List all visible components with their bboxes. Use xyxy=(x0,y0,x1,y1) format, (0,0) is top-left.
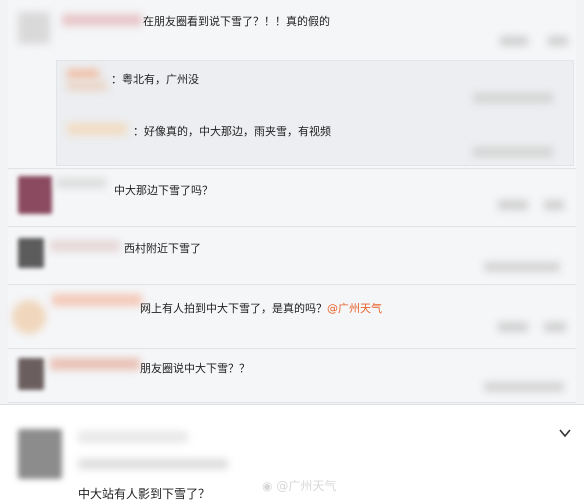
avatar xyxy=(18,238,44,268)
timestamp xyxy=(498,200,528,210)
timestamp xyxy=(498,322,528,332)
comment-row: 中大那边下雪了吗？ xyxy=(8,170,576,227)
reply-time xyxy=(473,147,553,157)
watermark-text: @广州天气 xyxy=(276,479,337,493)
action-links[interactable] xyxy=(544,200,564,210)
reply-text: ：好像真的，中大那边，雨夹雪，有视频 xyxy=(133,125,331,138)
comment-text: 西村附近下雪了 xyxy=(124,242,201,255)
avatar xyxy=(18,176,52,214)
comment-text: 在朋友圈看到说下雪了？！！真的假的 xyxy=(143,15,330,28)
weibo-icon: ◉ xyxy=(262,479,273,493)
comment-row: 网上有人拍到中大下雪了，是真的吗？@广州天气 xyxy=(8,286,576,349)
chevron-down-icon[interactable] xyxy=(558,426,572,440)
username xyxy=(62,14,142,26)
reply-username xyxy=(67,81,107,91)
action-links[interactable] xyxy=(548,36,568,46)
comment-row: 朋友圈说中大下雪？？ xyxy=(8,350,576,403)
username xyxy=(50,358,140,370)
reply-thread: ：粤北有，广州没 ：好像真的，中大那边，雨夹雪，有视频 xyxy=(56,60,574,166)
timestamp xyxy=(484,262,560,272)
avatar xyxy=(12,300,46,334)
comment-row: 西村附近下雪了 xyxy=(8,228,576,285)
mention-link[interactable]: @广州天气 xyxy=(327,302,382,315)
comment-text: 中大站有人影到下雪了？ xyxy=(78,487,211,501)
comment-text: 朋友圈说中大下雪？？ xyxy=(140,362,250,375)
username xyxy=(78,431,188,443)
meta-text xyxy=(78,459,228,469)
avatar xyxy=(18,12,50,44)
weibo-watermark: ◉ @广州天气 xyxy=(262,477,336,494)
comment-text: 中大那边下雪了吗？ xyxy=(114,184,213,197)
reply-text: ：粤北有，广州没 xyxy=(111,73,199,86)
avatar xyxy=(18,429,62,479)
username xyxy=(52,294,142,306)
reply-time xyxy=(473,93,553,103)
comment-body: 网上有人拍到中大下雪了，是真的吗？ xyxy=(140,302,327,315)
action-links[interactable] xyxy=(544,322,566,332)
username xyxy=(50,240,120,252)
avatar xyxy=(18,358,44,390)
timestamp xyxy=(484,382,564,392)
timestamp xyxy=(500,36,528,46)
reply-avatar xyxy=(67,123,127,135)
username xyxy=(56,178,106,188)
reply-avatar xyxy=(67,69,99,79)
comment-text: 网上有人拍到中大下雪了，是真的吗？@广州天气 xyxy=(140,300,382,316)
